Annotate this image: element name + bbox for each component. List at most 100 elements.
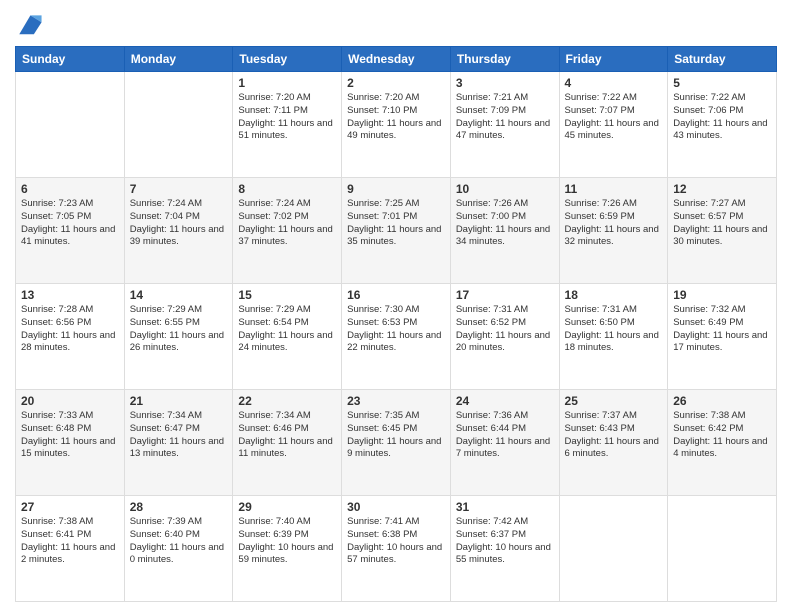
calendar-cell: 11 Sunrise: 7:26 AMSunset: 6:59 PMDaylig… — [559, 178, 668, 284]
day-number: 13 — [21, 288, 119, 302]
calendar-week-row: 20 Sunrise: 7:33 AMSunset: 6:48 PMDaylig… — [16, 390, 777, 496]
calendar-cell: 26 Sunrise: 7:38 AMSunset: 6:42 PMDaylig… — [668, 390, 777, 496]
day-number: 15 — [238, 288, 336, 302]
calendar-cell — [668, 496, 777, 602]
day-number: 10 — [456, 182, 554, 196]
weekday-header: Wednesday — [342, 47, 451, 72]
day-number: 29 — [238, 500, 336, 514]
calendar-cell: 29 Sunrise: 7:40 AMSunset: 6:39 PMDaylig… — [233, 496, 342, 602]
weekday-header: Tuesday — [233, 47, 342, 72]
day-number: 24 — [456, 394, 554, 408]
logo — [15, 10, 49, 38]
calendar-cell: 28 Sunrise: 7:39 AMSunset: 6:40 PMDaylig… — [124, 496, 233, 602]
day-number: 27 — [21, 500, 119, 514]
calendar-cell: 20 Sunrise: 7:33 AMSunset: 6:48 PMDaylig… — [16, 390, 125, 496]
calendar-cell: 3 Sunrise: 7:21 AMSunset: 7:09 PMDayligh… — [450, 72, 559, 178]
day-number: 26 — [673, 394, 771, 408]
day-number: 16 — [347, 288, 445, 302]
weekday-header: Saturday — [668, 47, 777, 72]
calendar-cell: 24 Sunrise: 7:36 AMSunset: 6:44 PMDaylig… — [450, 390, 559, 496]
weekday-header: Thursday — [450, 47, 559, 72]
calendar-cell: 16 Sunrise: 7:30 AMSunset: 6:53 PMDaylig… — [342, 284, 451, 390]
day-number: 7 — [130, 182, 228, 196]
day-info: Sunrise: 7:29 AMSunset: 6:54 PMDaylight:… — [238, 304, 336, 355]
logo-icon — [15, 10, 45, 38]
weekday-header: Sunday — [16, 47, 125, 72]
calendar-cell: 19 Sunrise: 7:32 AMSunset: 6:49 PMDaylig… — [668, 284, 777, 390]
day-number: 18 — [565, 288, 663, 302]
day-info: Sunrise: 7:29 AMSunset: 6:55 PMDaylight:… — [130, 304, 228, 355]
day-info: Sunrise: 7:28 AMSunset: 6:56 PMDaylight:… — [21, 304, 119, 355]
day-info: Sunrise: 7:32 AMSunset: 6:49 PMDaylight:… — [673, 304, 771, 355]
calendar-cell: 5 Sunrise: 7:22 AMSunset: 7:06 PMDayligh… — [668, 72, 777, 178]
day-info: Sunrise: 7:24 AMSunset: 7:02 PMDaylight:… — [238, 198, 336, 249]
calendar-cell: 10 Sunrise: 7:26 AMSunset: 7:00 PMDaylig… — [450, 178, 559, 284]
calendar: SundayMondayTuesdayWednesdayThursdayFrid… — [15, 46, 777, 602]
calendar-cell: 1 Sunrise: 7:20 AMSunset: 7:11 PMDayligh… — [233, 72, 342, 178]
day-info: Sunrise: 7:35 AMSunset: 6:45 PMDaylight:… — [347, 410, 445, 461]
day-number: 14 — [130, 288, 228, 302]
day-number: 22 — [238, 394, 336, 408]
calendar-cell: 25 Sunrise: 7:37 AMSunset: 6:43 PMDaylig… — [559, 390, 668, 496]
day-number: 6 — [21, 182, 119, 196]
day-info: Sunrise: 7:22 AMSunset: 7:07 PMDaylight:… — [565, 92, 663, 143]
calendar-cell: 9 Sunrise: 7:25 AMSunset: 7:01 PMDayligh… — [342, 178, 451, 284]
day-number: 21 — [130, 394, 228, 408]
day-info: Sunrise: 7:38 AMSunset: 6:42 PMDaylight:… — [673, 410, 771, 461]
day-number: 3 — [456, 76, 554, 90]
day-info: Sunrise: 7:20 AMSunset: 7:10 PMDaylight:… — [347, 92, 445, 143]
day-number: 12 — [673, 182, 771, 196]
day-info: Sunrise: 7:27 AMSunset: 6:57 PMDaylight:… — [673, 198, 771, 249]
day-info: Sunrise: 7:31 AMSunset: 6:50 PMDaylight:… — [565, 304, 663, 355]
calendar-week-row: 1 Sunrise: 7:20 AMSunset: 7:11 PMDayligh… — [16, 72, 777, 178]
day-info: Sunrise: 7:22 AMSunset: 7:06 PMDaylight:… — [673, 92, 771, 143]
calendar-cell: 17 Sunrise: 7:31 AMSunset: 6:52 PMDaylig… — [450, 284, 559, 390]
day-number: 28 — [130, 500, 228, 514]
day-number: 2 — [347, 76, 445, 90]
calendar-week-row: 6 Sunrise: 7:23 AMSunset: 7:05 PMDayligh… — [16, 178, 777, 284]
day-info: Sunrise: 7:23 AMSunset: 7:05 PMDaylight:… — [21, 198, 119, 249]
day-info: Sunrise: 7:37 AMSunset: 6:43 PMDaylight:… — [565, 410, 663, 461]
calendar-cell: 4 Sunrise: 7:22 AMSunset: 7:07 PMDayligh… — [559, 72, 668, 178]
day-number: 25 — [565, 394, 663, 408]
day-info: Sunrise: 7:31 AMSunset: 6:52 PMDaylight:… — [456, 304, 554, 355]
calendar-cell: 22 Sunrise: 7:34 AMSunset: 6:46 PMDaylig… — [233, 390, 342, 496]
calendar-cell — [16, 72, 125, 178]
calendar-cell: 8 Sunrise: 7:24 AMSunset: 7:02 PMDayligh… — [233, 178, 342, 284]
day-info: Sunrise: 7:34 AMSunset: 6:46 PMDaylight:… — [238, 410, 336, 461]
day-number: 1 — [238, 76, 336, 90]
calendar-cell: 27 Sunrise: 7:38 AMSunset: 6:41 PMDaylig… — [16, 496, 125, 602]
calendar-cell: 14 Sunrise: 7:29 AMSunset: 6:55 PMDaylig… — [124, 284, 233, 390]
day-info: Sunrise: 7:21 AMSunset: 7:09 PMDaylight:… — [456, 92, 554, 143]
day-number: 17 — [456, 288, 554, 302]
calendar-week-row: 27 Sunrise: 7:38 AMSunset: 6:41 PMDaylig… — [16, 496, 777, 602]
calendar-cell: 21 Sunrise: 7:34 AMSunset: 6:47 PMDaylig… — [124, 390, 233, 496]
day-info: Sunrise: 7:26 AMSunset: 7:00 PMDaylight:… — [456, 198, 554, 249]
day-info: Sunrise: 7:40 AMSunset: 6:39 PMDaylight:… — [238, 516, 336, 567]
day-info: Sunrise: 7:30 AMSunset: 6:53 PMDaylight:… — [347, 304, 445, 355]
calendar-cell: 12 Sunrise: 7:27 AMSunset: 6:57 PMDaylig… — [668, 178, 777, 284]
day-info: Sunrise: 7:24 AMSunset: 7:04 PMDaylight:… — [130, 198, 228, 249]
page: SundayMondayTuesdayWednesdayThursdayFrid… — [0, 0, 792, 612]
calendar-cell: 18 Sunrise: 7:31 AMSunset: 6:50 PMDaylig… — [559, 284, 668, 390]
calendar-cell: 30 Sunrise: 7:41 AMSunset: 6:38 PMDaylig… — [342, 496, 451, 602]
day-number: 31 — [456, 500, 554, 514]
calendar-cell: 15 Sunrise: 7:29 AMSunset: 6:54 PMDaylig… — [233, 284, 342, 390]
day-number: 4 — [565, 76, 663, 90]
day-info: Sunrise: 7:26 AMSunset: 6:59 PMDaylight:… — [565, 198, 663, 249]
calendar-cell: 6 Sunrise: 7:23 AMSunset: 7:05 PMDayligh… — [16, 178, 125, 284]
day-info: Sunrise: 7:42 AMSunset: 6:37 PMDaylight:… — [456, 516, 554, 567]
day-number: 19 — [673, 288, 771, 302]
day-info: Sunrise: 7:38 AMSunset: 6:41 PMDaylight:… — [21, 516, 119, 567]
day-info: Sunrise: 7:25 AMSunset: 7:01 PMDaylight:… — [347, 198, 445, 249]
calendar-cell — [124, 72, 233, 178]
day-number: 23 — [347, 394, 445, 408]
calendar-cell: 23 Sunrise: 7:35 AMSunset: 6:45 PMDaylig… — [342, 390, 451, 496]
day-info: Sunrise: 7:33 AMSunset: 6:48 PMDaylight:… — [21, 410, 119, 461]
day-number: 9 — [347, 182, 445, 196]
day-info: Sunrise: 7:36 AMSunset: 6:44 PMDaylight:… — [456, 410, 554, 461]
weekday-header: Monday — [124, 47, 233, 72]
calendar-cell — [559, 496, 668, 602]
calendar-cell: 31 Sunrise: 7:42 AMSunset: 6:37 PMDaylig… — [450, 496, 559, 602]
weekday-header: Friday — [559, 47, 668, 72]
